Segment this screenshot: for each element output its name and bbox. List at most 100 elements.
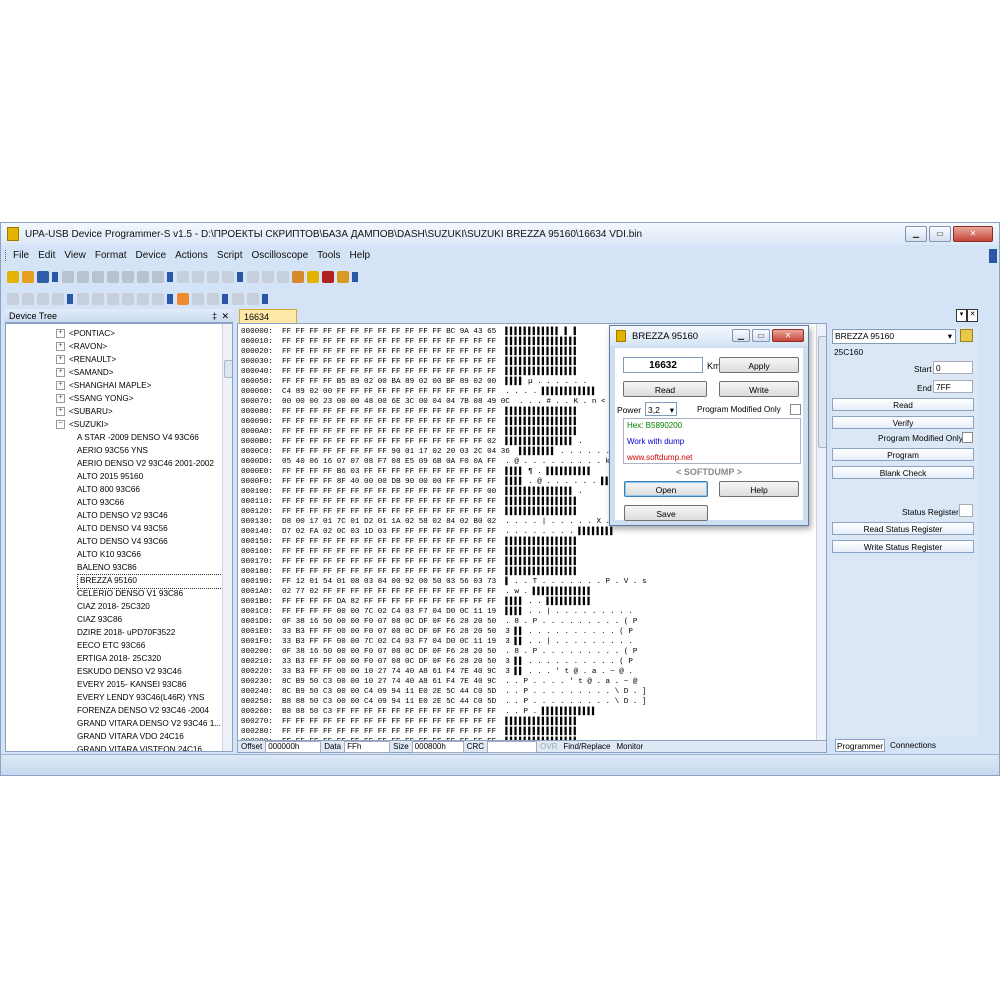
tree-item[interactable]: ALTO DENSO V2 93C46 — [77, 509, 168, 522]
tree-item[interactable]: A STAR -2009 DENSO V4 93C66 — [77, 431, 199, 444]
hex-line[interactable]: 000130: D8 00 17 01 7C 01 D2 01 1A 02 58… — [241, 517, 647, 527]
status-register-input[interactable] — [959, 504, 973, 517]
grid-icon[interactable] — [277, 271, 289, 283]
hex-line[interactable]: 000220: 33 B3 FF FF 00 00 10 27 74 40 A8… — [241, 667, 633, 677]
hex-line[interactable]: 000190: FF 12 01 54 01 08 03 84 00 92 00… — [241, 577, 647, 587]
hex-line[interactable]: 000180: FF FF FF FF FF FF FF FF FF FF FF… — [241, 567, 578, 577]
cut-icon[interactable] — [122, 271, 134, 283]
expand-icon[interactable]: + — [56, 342, 65, 352]
apply-button[interactable]: Apply — [719, 357, 799, 373]
toolbar-end-icon[interactable] — [52, 272, 58, 282]
save-file-icon[interactable] — [37, 271, 49, 283]
menu-overflow-icon[interactable] — [989, 249, 997, 263]
dialog-modified-only-checkbox[interactable] — [790, 404, 801, 415]
tree-item[interactable]: EECO ETC 93C66 — [77, 639, 145, 652]
menu-oscilloscope[interactable]: Oscilloscope — [251, 250, 308, 261]
cross-icon[interactable] — [37, 293, 49, 305]
hex-line[interactable]: 000110: FF FF FF FF FF FF FF FF FF FF FF… — [241, 497, 578, 507]
hex-line[interactable]: 0000D0: 05 40 06 16 07 07 08 F7 08 E5 09… — [241, 457, 647, 467]
tree-item[interactable]: DZIRE 2018- uPD70F3522 — [77, 626, 175, 639]
pin-panel-icon[interactable]: ‡ — [212, 309, 217, 323]
hex-line[interactable]: 0000F0: FF FF FF FF 8F 40 00 00 DB 90 00… — [241, 477, 619, 487]
pin-icon[interactable] — [262, 271, 274, 283]
device-info-icon[interactable] — [960, 329, 973, 342]
tree-group[interactable]: + <SHANGHAI MAPLE> — [56, 379, 151, 392]
tab-16634-vdi[interactable]: 16634 VDI.bin — [239, 309, 297, 336]
script-icon[interactable] — [292, 271, 304, 283]
toolbar-end-icon[interactable] — [262, 294, 268, 304]
hex-line[interactable]: 000250: B8 88 50 C3 00 00 C4 09 94 11 E0… — [241, 697, 647, 707]
menu-help[interactable]: Help — [350, 250, 371, 261]
read-button[interactable]: Read — [832, 398, 974, 411]
blank-check-button[interactable]: Blank Check — [832, 466, 974, 479]
tree-item[interactable]: ALTO DENSO V4 93C56 — [77, 522, 168, 535]
hex-line[interactable]: 000090: FF FF FF FF FF FF FF FF FF FF FF… — [241, 417, 578, 427]
hex-line[interactable]: 000010: FF FF FF FF FF FF FF FF FF FF FF… — [241, 337, 578, 347]
compare-icon[interactable] — [207, 293, 219, 305]
hex-line[interactable]: 000000: FF FF FF FF FF FF FF FF FF FF FF… — [241, 327, 578, 337]
hex-line[interactable]: 0001B0: FF FF FF FF DA 82 FF FF FF FF FF… — [241, 597, 592, 607]
site-link[interactable]: www.softdump.net — [627, 453, 692, 462]
tree-scroll-thumb[interactable] — [224, 360, 232, 378]
verify-button[interactable]: Verify — [832, 416, 974, 429]
chip-icon[interactable] — [247, 271, 259, 283]
dialog-open-button[interactable]: Open — [624, 481, 708, 497]
hex-line[interactable]: 000260: B8 88 50 C3 FF FF FF FF FF FF FF… — [241, 707, 596, 717]
tree-item[interactable]: ALTO 2015 95160 — [77, 470, 143, 483]
rows-icon[interactable] — [122, 293, 134, 305]
expand-icon[interactable]: + — [56, 394, 65, 404]
tree-item[interactable]: CELERIO DENSO V1 93C86 — [77, 587, 183, 600]
hex-line[interactable]: 0001A0: 02 77 02 FF FF FF FF FF FF FF FF… — [241, 587, 592, 597]
play-icon[interactable] — [232, 293, 244, 305]
hex-line[interactable]: 0000E0: FF FF FF FF B6 03 FF FF FF FF FF… — [241, 467, 592, 477]
hex-scroll-thumb[interactable] — [818, 336, 826, 448]
tree-group-suzuki[interactable]: − <SUZUKI> — [56, 418, 109, 431]
tree-group[interactable]: + <RAVON> — [56, 340, 107, 353]
maximize-button[interactable]: ▭ — [929, 226, 951, 242]
list-icon[interactable] — [137, 293, 149, 305]
hex-line[interactable]: 0001F0: 33 B3 FF FF 00 00 7C 02 C4 03 F7… — [241, 637, 633, 647]
minimize-button[interactable]: ▁ — [905, 226, 927, 242]
km-input[interactable]: 16632 — [623, 357, 703, 373]
search-icon[interactable] — [152, 271, 164, 283]
tree-item[interactable]: ERTIGA 2018- 25C320 — [77, 652, 161, 665]
read-status-register-button[interactable]: Read Status Register — [832, 522, 974, 535]
new-file-icon[interactable] — [7, 271, 19, 283]
tree-item[interactable]: FORENZA DENSO V2 93C46 -2004 — [77, 704, 209, 717]
dialog-minimize-button[interactable]: ▁ — [732, 329, 750, 342]
hex-line[interactable]: 0000B0: FF FF FF FF FF FF FF FF FF FF FF… — [241, 437, 583, 447]
copy-icon[interactable] — [92, 271, 104, 283]
dialog-save-button[interactable]: Save — [624, 505, 708, 521]
tree-item[interactable]: GRAND VITARA VISTEON 24C16 — [77, 743, 202, 751]
page-icon[interactable] — [177, 271, 189, 283]
close-panel-icon[interactable]: ✕ — [221, 309, 229, 323]
tree-scrollbar[interactable] — [222, 324, 232, 751]
tree-item[interactable]: GRAND VITARA VDO 24C16 — [77, 730, 184, 743]
columns-icon[interactable] — [107, 293, 119, 305]
dialog-close-button[interactable]: ✕ — [772, 329, 804, 342]
find-replace-tab[interactable]: Find/Replace — [563, 742, 610, 751]
redo-icon[interactable] — [77, 271, 89, 283]
zoom-icon[interactable] — [192, 293, 204, 305]
hex-line[interactable]: 000050: FF FF FF FF B5 89 02 00 BA 89 02… — [241, 377, 587, 387]
hex-line[interactable]: 000040: FF FF FF FF FF FF FF FF FF FF FF… — [241, 367, 578, 377]
toolbar-end-icon[interactable] — [237, 272, 243, 282]
expand-icon[interactable]: + — [56, 329, 65, 339]
paste-icon[interactable] — [107, 271, 119, 283]
hex-line[interactable]: 0001E0: 33 B3 FF FF 00 00 F0 07 08 0C DF… — [241, 627, 633, 637]
hex-line[interactable]: 000100: FF FF FF FF FF FF FF FF FF FF FF… — [241, 487, 583, 497]
menu-edit[interactable]: Edit — [38, 250, 55, 261]
hex-line[interactable]: 000230: 8C B9 50 C3 00 00 10 27 74 40 A8… — [241, 677, 637, 687]
export-icon[interactable] — [207, 271, 219, 283]
write-status-register-button[interactable]: Write Status Register — [832, 540, 974, 553]
toolbar-end-icon[interactable] — [67, 294, 73, 304]
data-field[interactable]: FFh — [344, 740, 391, 753]
sigma-icon[interactable] — [337, 271, 349, 283]
program-button[interactable]: Program — [832, 448, 974, 461]
hex-line[interactable]: 000020: FF FF FF FF FF FF FF FF FF FF FF… — [241, 347, 578, 357]
expand-icon[interactable]: + — [56, 368, 65, 378]
start-input[interactable]: 0 — [933, 361, 973, 374]
tree-item[interactable]: ALTO DENSO V4 93C66 — [77, 535, 168, 548]
hex-line[interactable]: 000210: 33 B3 FF FF 00 00 F0 07 08 0C DF… — [241, 657, 633, 667]
link-icon[interactable] — [22, 293, 34, 305]
